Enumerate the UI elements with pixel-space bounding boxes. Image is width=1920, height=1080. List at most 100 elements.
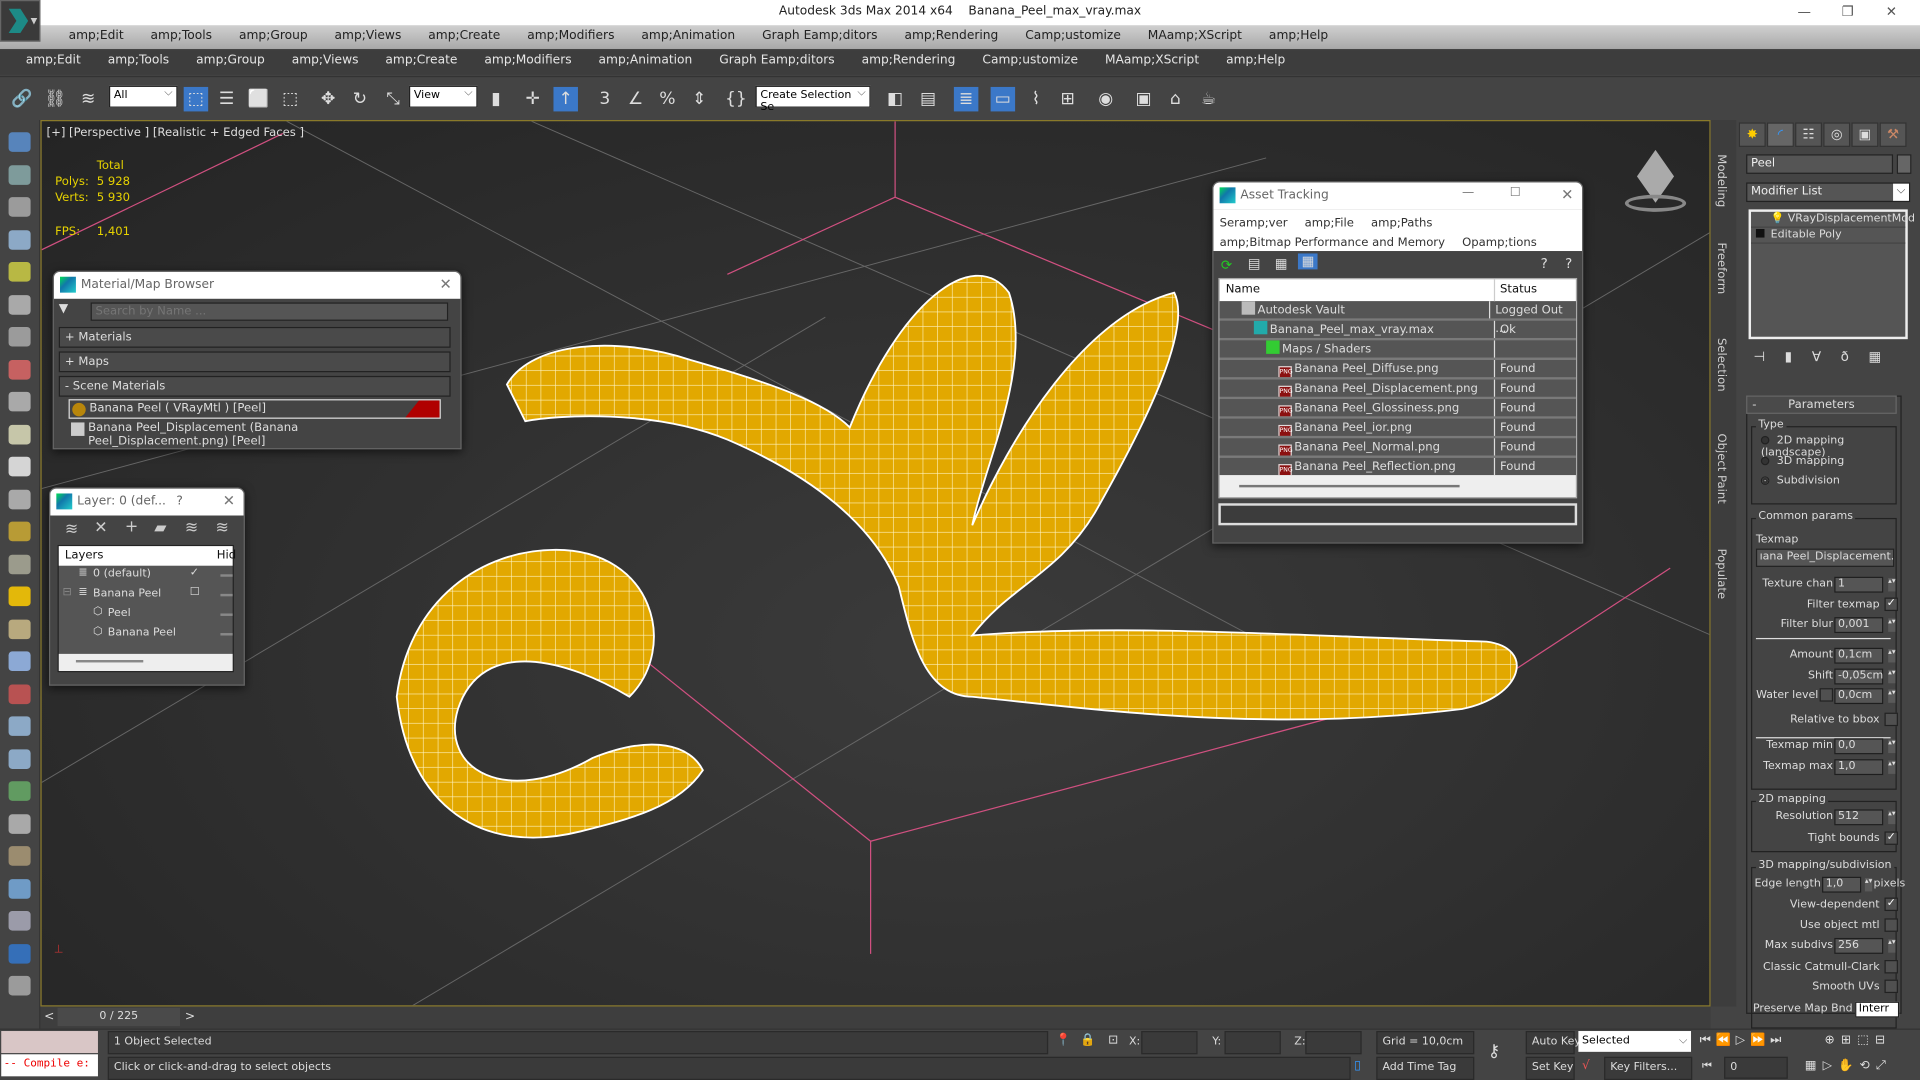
angle-snap-icon[interactable]: ∠ [623,87,647,111]
layer-row[interactable]: ≣ 0 (default) ✓ [59,566,233,586]
key-filters-button[interactable]: Key Filters... [1604,1056,1693,1080]
column-header-layers[interactable]: Layers [65,549,103,562]
edit-named-selection-icon[interactable]: {} [724,87,748,111]
command-tool-icon[interactable] [8,683,31,704]
horizontal-scrollbar[interactable] [1239,484,1460,488]
maxscript-input[interactable]: -- Compile e: [1,1054,98,1077]
column-header-hide[interactable]: Hid [217,549,236,562]
command-tool-icon[interactable] [8,911,31,931]
graphite-ribbon-icon[interactable]: ▭ [990,86,1016,112]
motion-tab-icon[interactable]: ◎ [1823,122,1851,147]
list-view-icon[interactable]: ▤ [1248,256,1261,272]
command-tool-icon[interactable] [8,326,31,347]
maximize-button[interactable]: ☐ [1510,186,1521,199]
side-tab[interactable]: Modeling [1714,154,1727,207]
command-tool-icon[interactable] [8,424,31,444]
pin-stack-icon[interactable]: ⊣ [1753,349,1765,365]
checkbox[interactable] [1884,960,1898,974]
menu-item[interactable]: amp;Modifiers [514,26,628,49]
time-slider-thumb[interactable]: 0 / 225 [57,1007,181,1027]
key-set-dropdown[interactable]: Selected ⌵ [1578,1031,1692,1052]
command-tool-icon[interactable] [8,975,31,996]
current-frame-field[interactable]: 0 [1724,1056,1788,1079]
material-editor-icon[interactable]: ◉ [1093,87,1117,111]
spinner-arrows-icon[interactable]: ▴▾ [1888,689,1896,703]
command-tool-icon[interactable] [8,846,31,866]
command-tool-icon[interactable] [8,716,31,736]
stack-item-vraydisplacement[interactable]: 💡 VRayDisplacementMod [1751,212,1915,228]
maximize-viewport-icon[interactable]: ⤢ [1876,1059,1892,1072]
checkbox[interactable] [1884,712,1898,727]
command-tool-icon[interactable] [8,878,31,899]
set-key-button[interactable]: Set Key [1525,1056,1575,1080]
menu-item[interactable]: amp;Animation [628,26,749,49]
tree-view-icon[interactable]: ▦ [1275,256,1288,272]
menu-item[interactable]: amp;Group [183,50,279,74]
absolute-mode-icon[interactable]: ⊡ [1108,1033,1118,1046]
asset-row[interactable]: PNG Banana Peel_Glossiness.png Found [1219,399,1576,419]
highlight-layer-icon[interactable]: ≋ [185,519,198,537]
hide-toggle[interactable] [220,593,233,597]
spinner-arrows-icon[interactable]: ▴▾ [1888,810,1896,825]
menu-item[interactable]: Seramp;ver [1220,217,1288,230]
next-frame-button[interactable]: > [185,1010,195,1023]
render-icon[interactable]: ☕ [1196,87,1220,111]
play-icon[interactable]: ▷ [1736,1033,1750,1046]
zoom-icon[interactable]: ⊕ [1824,1033,1840,1046]
spinner-field[interactable]: 0,001 [1834,617,1884,634]
menu-item[interactable]: Camp;ustomize [1012,26,1135,49]
command-tool-icon[interactable] [8,586,31,607]
layer-row[interactable]: ≣ ⊟ Banana Peel ☐ [59,585,233,605]
bind-spacewarp-icon[interactable]: ≋ [76,87,100,111]
spinner-arrows-icon[interactable]: ▴▾ [1888,739,1896,754]
make-unique-icon[interactable]: ∀ [1812,349,1821,365]
type-radio[interactable]: 3D mapping [1760,455,1844,467]
asset-row[interactable]: Autodesk Vault Logged Out ... [1219,301,1576,336]
side-tab[interactable]: Object Paint [1714,433,1727,503]
render-setup-icon[interactable]: ▣ [1131,87,1155,111]
zoom-all-icon[interactable]: ⊞ [1841,1033,1857,1046]
orbit-subobject-icon[interactable]: ⟲ [1860,1059,1876,1072]
menu-item[interactable]: amp;Paths [1371,217,1432,230]
asset-row[interactable]: Banana_Peel_max_vray.max Ok [1219,320,1576,341]
layer-current-toggle[interactable]: ✓ [190,567,199,579]
app-menu-button[interactable]: ▼ [0,0,41,42]
menu-item[interactable]: amp;Modifiers [471,50,585,74]
rendered-frame-icon[interactable]: ⌂ [1163,87,1187,111]
close-icon[interactable]: ✕ [223,492,235,509]
auto-key-button[interactable]: Auto Key [1525,1031,1581,1055]
menu-item[interactable]: Graph Eamp;ditors [749,26,891,49]
prev-key-icon[interactable]: ⏪ [1716,1033,1736,1046]
browser-section[interactable]: + Maps [58,351,451,373]
percent-snap-icon[interactable]: % [655,87,679,111]
command-tool-icon[interactable] [8,132,31,152]
checkbox[interactable] [1884,979,1898,994]
options-dropdown-icon[interactable]: ▼ [59,302,68,315]
maxscript-listener[interactable] [1,1031,98,1054]
menu-item[interactable]: amp;Tools [137,26,225,49]
command-tool-icon[interactable] [8,618,31,639]
checkbox[interactable]: ✓ [1884,831,1898,845]
create-tab-icon[interactable]: ✸ [1738,122,1766,147]
help-button[interactable]: ? [176,495,183,508]
side-tab[interactable]: Selection [1714,338,1727,392]
menu-item[interactable]: amp;Group [226,26,322,49]
search-input[interactable] [90,302,449,321]
add-to-layer-icon[interactable]: + [125,518,138,536]
collapse-icon[interactable]: ⊟ [62,587,71,599]
menu-item[interactable]: amp;Edit [12,50,94,74]
spinner-field[interactable]: 0,0cm [1834,688,1884,705]
spinner-field[interactable]: 256 [1834,937,1884,954]
spinner-field[interactable]: 1,0 [1834,759,1884,776]
fov-icon[interactable]: ▦ [1805,1059,1823,1072]
scale-icon[interactable]: ⤡ [381,87,405,111]
spinner-field[interactable]: 512 [1834,809,1884,826]
key-mode-icon[interactable]: ⚷ [1488,1042,1501,1062]
hide-toggle[interactable] [220,613,233,616]
isolate-icon[interactable]: 📍 [1056,1033,1071,1046]
zoom-extents-all-icon[interactable]: ⊟ [1875,1033,1891,1046]
goto-start-icon[interactable]: ⏮ [1700,1033,1716,1046]
menu-item[interactable]: Opamp;tions [1462,236,1537,249]
menu-item[interactable]: amp;Help [1255,26,1341,49]
remove-modifier-icon[interactable]: ð [1841,349,1849,365]
